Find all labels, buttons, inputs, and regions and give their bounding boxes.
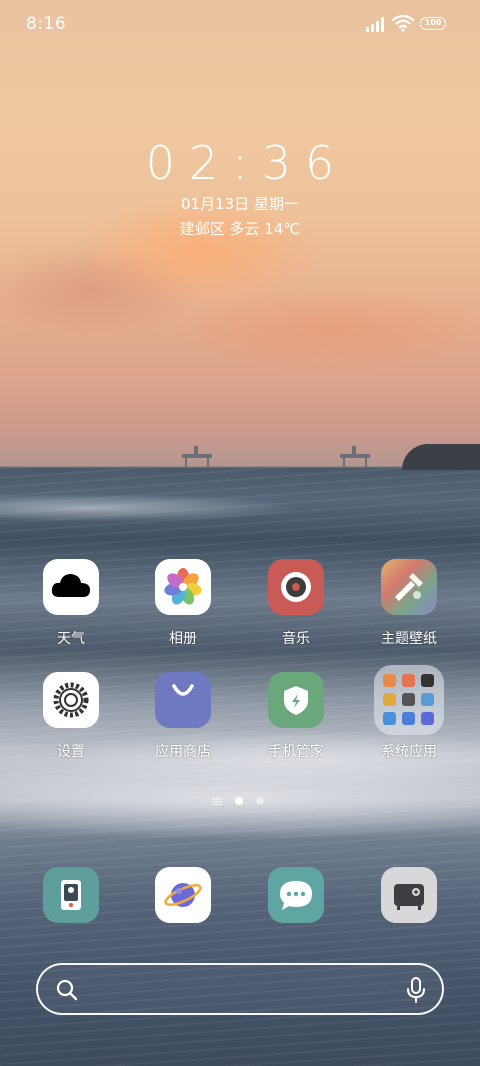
page-indicator [0, 796, 480, 808]
app-music[interactable]: 音乐 [241, 559, 351, 648]
wifi-icon [392, 14, 414, 32]
search-bar[interactable] [36, 963, 444, 1015]
settings-icon [43, 672, 99, 728]
folder-icon [374, 665, 444, 735]
weather-icon [43, 559, 99, 615]
cellular-signal-icon [366, 17, 388, 32]
app-weather[interactable]: 天气 [16, 559, 126, 648]
search-input[interactable] [90, 975, 394, 1005]
wallpaper-oil-rig [340, 446, 370, 468]
folder-system-apps[interactable]: 系统应用 [354, 665, 464, 761]
app-themes[interactable]: 主题壁纸 [354, 559, 464, 648]
camera-icon [381, 867, 437, 923]
app-store-icon [155, 672, 211, 728]
dock-browser[interactable] [128, 867, 238, 923]
phone-icon [43, 867, 99, 923]
dock-camera[interactable] [354, 867, 464, 923]
drawer-menu-icon[interactable] [212, 798, 222, 805]
wallpaper-island [402, 444, 480, 470]
status-bar: 8:16 100 [0, 0, 480, 48]
themes-icon [381, 559, 437, 615]
battery-icon: 100 [420, 17, 446, 30]
app-label: 应用商店 [155, 744, 211, 760]
clock-widget-time[interactable]: 02:36 [0, 136, 480, 190]
microphone-icon[interactable] [404, 977, 428, 1003]
search-icon [56, 979, 78, 1001]
app-gallery[interactable]: 相册 [128, 559, 238, 648]
clock-widget-weather[interactable]: 建邺区 多云 14℃ [0, 218, 480, 239]
app-app-store[interactable]: 应用商店 [128, 672, 238, 761]
battery-level: 100 [424, 18, 442, 27]
security-icon [268, 672, 324, 728]
app-settings[interactable]: 设置 [16, 672, 126, 761]
app-label: 主题壁纸 [381, 631, 437, 647]
messages-icon [268, 867, 324, 923]
dock-phone[interactable] [16, 867, 126, 923]
app-label: 手机管家 [268, 744, 324, 760]
app-security[interactable]: 手机管家 [241, 672, 351, 761]
app-label: 系统应用 [381, 744, 437, 760]
wallpaper-oil-rig [182, 446, 212, 468]
page-dot-active[interactable] [235, 797, 243, 805]
app-label: 设置 [57, 744, 85, 760]
browser-icon [155, 867, 211, 923]
status-time: 8:16 [26, 14, 67, 34]
gallery-icon [155, 559, 211, 615]
app-label: 天气 [57, 631, 85, 647]
app-label: 音乐 [282, 631, 310, 647]
dock-messages[interactable] [241, 867, 351, 923]
clock-widget-date: 01月13日 星期一 [181, 195, 299, 213]
music-icon [268, 559, 324, 615]
page-dot[interactable] [256, 797, 264, 805]
app-label: 相册 [169, 631, 197, 647]
